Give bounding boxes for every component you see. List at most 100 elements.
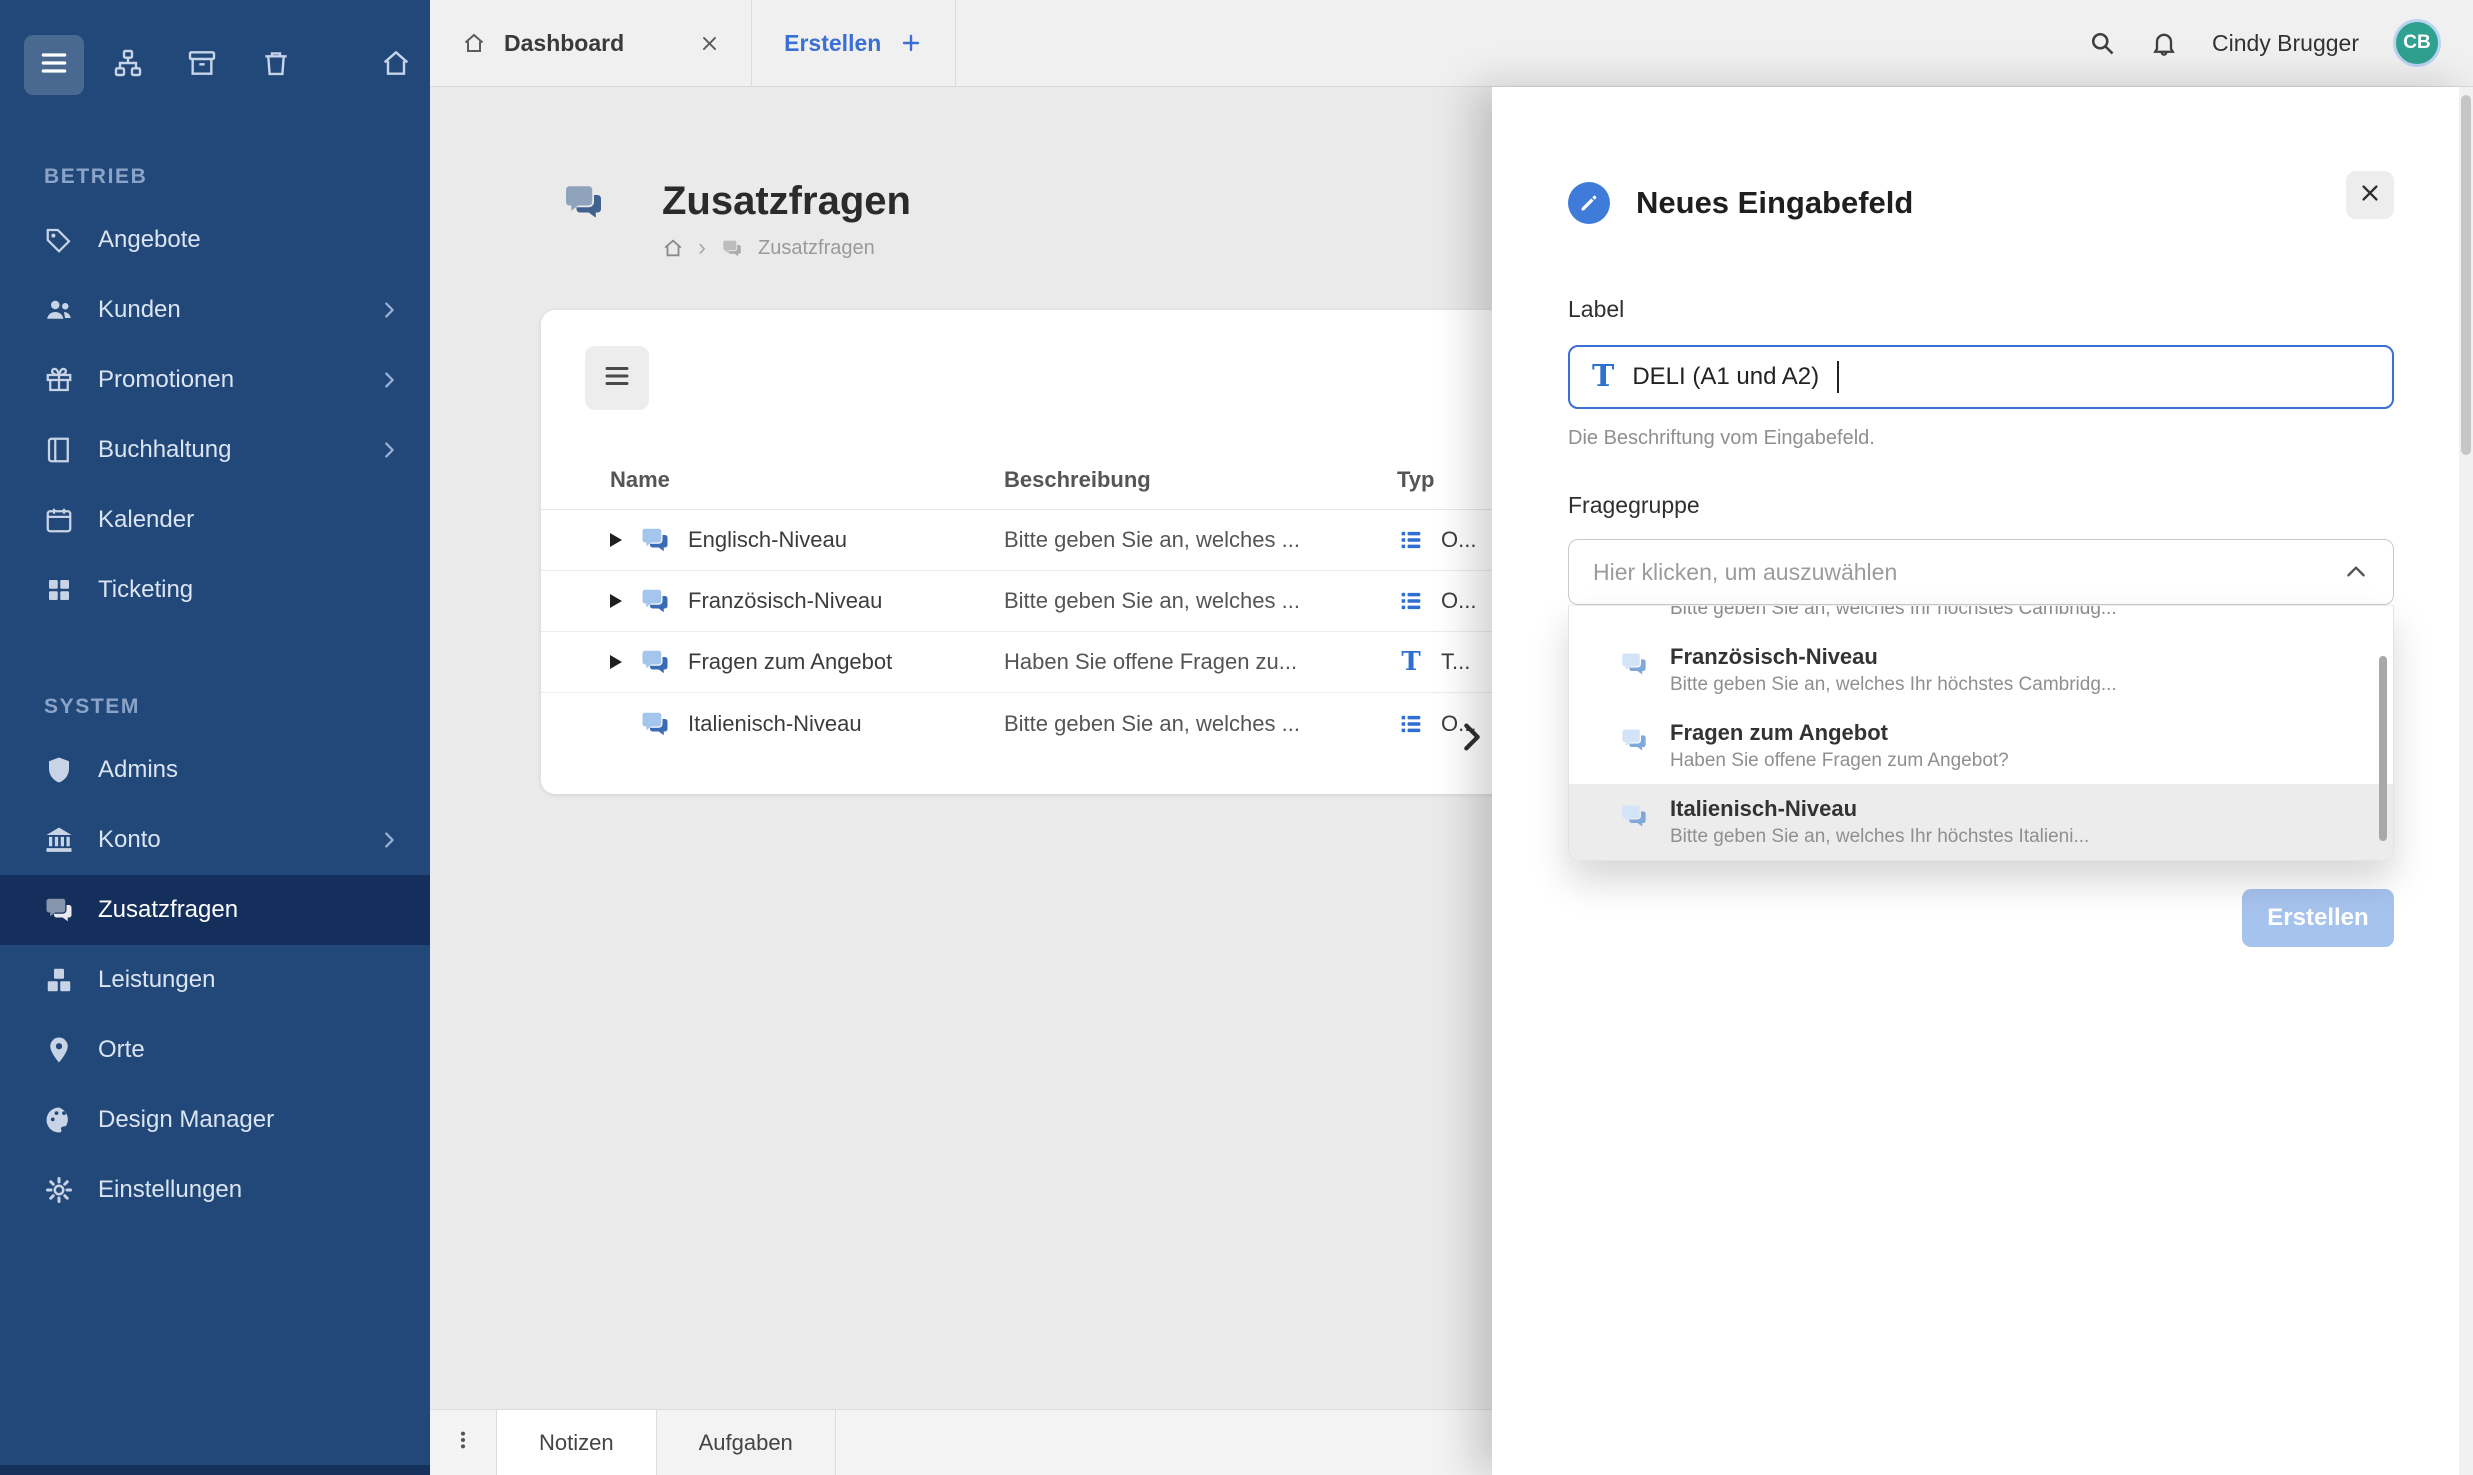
- sitemap-button[interactable]: [98, 35, 158, 95]
- close-panel-button[interactable]: [2346, 171, 2394, 219]
- bell-icon[interactable]: [2150, 29, 2178, 57]
- row-description: Bitte geben Sie an, welches ...: [1004, 527, 1300, 552]
- sidebar-item-design-manager[interactable]: Design Manager: [0, 1085, 430, 1155]
- menu-button[interactable]: [24, 35, 84, 95]
- users-icon: [44, 295, 74, 325]
- erstellen-button[interactable]: Erstellen: [2242, 889, 2394, 947]
- expand-arrow-icon[interactable]: [610, 594, 622, 608]
- home-icon: [462, 31, 486, 55]
- sidebar-item-angebote[interactable]: Angebote: [0, 205, 430, 275]
- scrollbar-thumb[interactable]: [2461, 95, 2471, 455]
- calendar-icon: [44, 505, 74, 535]
- bank-icon: [44, 825, 74, 855]
- sidebar-item-leistungen[interactable]: Leistungen: [0, 945, 430, 1015]
- sidebar-section-betrieb: BETRIEB: [44, 165, 148, 188]
- sidebar-item-ticketing[interactable]: Ticketing: [0, 555, 430, 625]
- home-icon: [380, 47, 412, 84]
- sidebar-item-zusatzfragen[interactable]: Zusatzfragen: [0, 875, 430, 945]
- column-header-name[interactable]: Name: [610, 467, 1004, 493]
- sidebar-item-kunden[interactable]: Kunden: [0, 275, 430, 345]
- dropdown-item-title: Fragen zum Angebot: [1670, 720, 1888, 745]
- home-button[interactable]: [366, 35, 426, 95]
- hamburger-icon: [38, 47, 70, 84]
- sidebar-item-label: Promotionen: [98, 366, 235, 393]
- panel-collapse-button[interactable]: [1448, 712, 1496, 764]
- table-menu-button[interactable]: [585, 346, 649, 410]
- fragegruppe-select[interactable]: Hier klicken, um auszuwählen: [1568, 539, 2394, 605]
- palette-icon: [44, 1105, 74, 1135]
- chat-icon: [642, 589, 668, 613]
- chevron-right-icon: [378, 829, 400, 851]
- dropdown-item-partial[interactable]: Bitte geben Sie an, welches Ihr höchstes…: [1569, 606, 2393, 632]
- list-icon: [1397, 587, 1425, 615]
- avatar[interactable]: CB: [2393, 19, 2441, 67]
- dropdown-scrollbar[interactable]: [2379, 656, 2387, 841]
- page-scrollbar[interactable]: [2459, 87, 2473, 1475]
- row-description: Haben Sie offene Fragen zu...: [1004, 649, 1298, 674]
- sidebar: BETRIEB Angebote Kunden Promotionen Buch…: [0, 0, 430, 1475]
- row-name: Italienisch-Niveau: [688, 710, 862, 736]
- grid-icon: [44, 575, 74, 605]
- chevron-right-icon: [1455, 720, 1489, 757]
- sidebar-item-orte[interactable]: Orte: [0, 1015, 430, 1085]
- select-placeholder: Hier klicken, um auszuwählen: [1593, 558, 1898, 585]
- dropdown-item-title: Französisch-Niveau: [1670, 644, 1878, 669]
- chevron-right-icon: [378, 299, 400, 321]
- tab-erstellen[interactable]: Erstellen: [752, 0, 957, 86]
- label-input[interactable]: T DELI (A1 und A2): [1568, 345, 2394, 409]
- chat-icon: [1622, 805, 1646, 827]
- boxes-icon: [44, 965, 74, 995]
- topbar-right: Cindy Brugger CB: [2088, 0, 2473, 86]
- expand-arrow-icon[interactable]: [610, 533, 622, 547]
- search-icon[interactable]: [2088, 29, 2116, 57]
- user-name[interactable]: Cindy Brugger: [2212, 30, 2359, 57]
- bottom-tab-label: Notizen: [539, 1429, 614, 1455]
- dropdown-item[interactable]: Fragen zum Angebot Haben Sie offene Frag…: [1569, 708, 2393, 784]
- tab-dashboard[interactable]: Dashboard: [430, 0, 753, 86]
- topbar: Dashboard Erstellen Cindy Brugger CB: [430, 0, 2473, 87]
- home-icon[interactable]: [662, 237, 684, 259]
- label-input-value: DELI (A1 und A2): [1632, 363, 1820, 390]
- app-root: BETRIEB Angebote Kunden Promotionen Buch…: [0, 0, 2473, 1475]
- sidebar-item-admins[interactable]: Admins: [0, 735, 430, 805]
- more-options-button[interactable]: [430, 1410, 496, 1475]
- sidebar-item-label: Admins: [98, 756, 179, 783]
- row-type: O...: [1441, 588, 1477, 613]
- list-icon: [1397, 526, 1425, 554]
- sidebar-item-label: Einstellungen: [98, 1176, 243, 1203]
- chevron-up-icon[interactable]: [2343, 559, 2369, 585]
- trash-button[interactable]: [246, 35, 306, 95]
- row-description: Bitte geben Sie an, welches ...: [1004, 710, 1300, 736]
- sidebar-item-einstellungen[interactable]: Einstellungen: [0, 1155, 430, 1225]
- bottom-tab-aufgaben[interactable]: Aufgaben: [657, 1410, 836, 1475]
- breadcrumb-current: Zusatzfragen: [758, 236, 875, 259]
- archive-button[interactable]: [172, 35, 232, 95]
- expand-arrow-icon[interactable]: [610, 655, 622, 669]
- chat-icon: [566, 185, 601, 218]
- label-help-text: Die Beschriftung vom Eingabefeld.: [1568, 427, 1875, 449]
- hamburger-icon: [602, 361, 632, 396]
- sidebar-item-promotionen[interactable]: Promotionen: [0, 345, 430, 415]
- sidebar-item-konto[interactable]: Konto: [0, 805, 430, 875]
- chat-icon: [723, 240, 741, 256]
- sidebar-item-label: Design Manager: [98, 1106, 275, 1133]
- chat-icon: [642, 712, 668, 735]
- dropdown-item[interactable]: Italienisch-Niveau Bitte geben Sie an, w…: [1569, 784, 2393, 860]
- tab-label: Dashboard: [504, 29, 625, 56]
- book-icon: [44, 435, 74, 465]
- sidebar-item-buchhaltung[interactable]: Buchhaltung: [0, 415, 430, 485]
- row-name: Englisch-Niveau: [688, 527, 847, 552]
- close-icon: [2359, 182, 2381, 209]
- dropdown-item-subtitle: Bitte geben Sie an, welches Ihr höchstes…: [1670, 826, 2090, 847]
- column-header-beschreibung[interactable]: Beschreibung: [1004, 467, 1397, 493]
- row-type: T...: [1441, 649, 1471, 674]
- sidebar-toolbar: [0, 0, 430, 95]
- chat-icon: [44, 895, 74, 925]
- close-tab-icon[interactable]: [700, 34, 719, 53]
- dropdown-item-title: Italienisch-Niveau: [1670, 796, 1858, 821]
- bottom-tab-notizen[interactable]: Notizen: [496, 1410, 657, 1475]
- dropdown-item-subtitle: Bitte geben Sie an, welches Ihr höchstes…: [1670, 606, 2117, 619]
- sidebar-item-kalender[interactable]: Kalender: [0, 485, 430, 555]
- dropdown-item[interactable]: Französisch-Niveau Bitte geben Sie an, w…: [1569, 632, 2393, 708]
- chat-icon: [1622, 653, 1646, 675]
